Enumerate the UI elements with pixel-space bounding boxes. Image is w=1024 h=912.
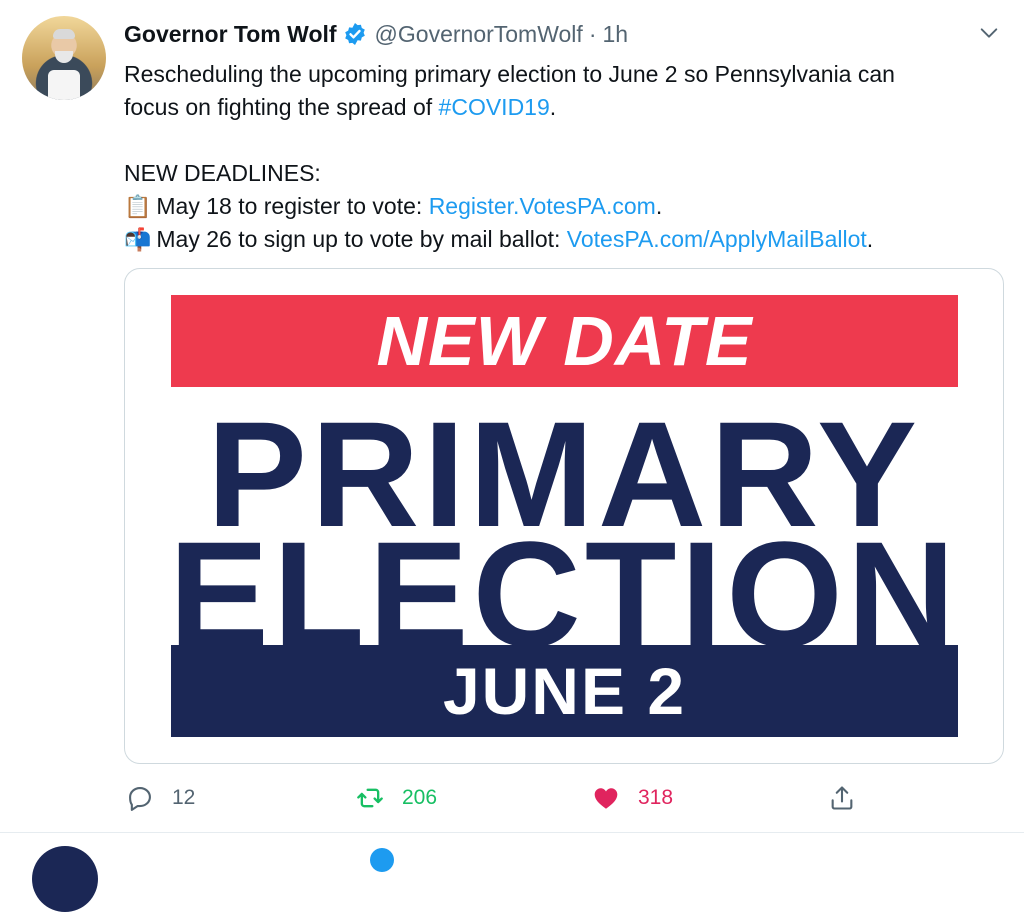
author-handle[interactable]: @GovernorTomWolf: [375, 21, 583, 48]
verified-badge-icon: [344, 23, 365, 45]
register-link[interactable]: Register.VotesPA.com: [429, 193, 656, 219]
deadline-2-suffix: .: [866, 226, 874, 252]
tweet-actions: 12 206 318: [124, 778, 864, 818]
avatar[interactable]: [22, 16, 106, 100]
share-button[interactable]: [828, 778, 874, 818]
tweet-line-1: Rescheduling the upcoming primary electi…: [124, 61, 895, 87]
deadline-1-text: May 18 to register to vote:: [156, 193, 429, 219]
deadline-2: 📬 May 26 to sign up to vote by mail ball…: [124, 223, 984, 256]
separator-dot: ·: [588, 20, 597, 47]
author-name[interactable]: Governor Tom Wolf: [124, 21, 337, 48]
date-text: JUNE 2: [442, 654, 687, 728]
tweet-line-2: focus on fighting the spread of #COVID19…: [124, 91, 984, 124]
reply-count: 12: [172, 786, 196, 809]
tweet[interactable]: Governor Tom Wolf @GovernorTomWolf · 1h …: [0, 0, 1024, 832]
tweet-text: Rescheduling the upcoming primary electi…: [124, 58, 984, 256]
tweet-divider: [0, 832, 1024, 833]
tweet-line-2-suffix: .: [549, 94, 557, 120]
hashtag-link[interactable]: #COVID19: [439, 94, 550, 120]
tweet-line-2-text: focus on fighting the spread of: [124, 94, 439, 120]
heart-icon: [594, 788, 618, 809]
next-tweet-verified-icon: [370, 848, 394, 872]
deadline-1: 📋 May 18 to register to vote: Register.V…: [124, 190, 984, 223]
new-date-text: NEW DATE: [376, 302, 753, 380]
tweet-image[interactable]: NEW DATE PRIMARY ELECTION JUNE 2: [124, 268, 1004, 764]
deadline-1-suffix: .: [655, 193, 663, 219]
reply-button[interactable]: 12: [126, 778, 195, 818]
deadline-2-text: May 26 to sign up to vote by mail ballot…: [156, 226, 567, 252]
clipboard-icon: 📋: [124, 194, 152, 219]
deadlines-heading: NEW DEADLINES:: [124, 160, 321, 186]
retweet-button[interactable]: 206: [356, 778, 437, 818]
mailbox-icon: 📬: [124, 227, 152, 252]
retweet-count: 206: [402, 786, 438, 809]
share-icon: [831, 786, 853, 810]
reply-icon: [129, 787, 151, 811]
tweet-header: Governor Tom Wolf @GovernorTomWolf · 1h: [124, 18, 628, 50]
date-banner: JUNE 2: [171, 645, 958, 737]
like-count: 318: [638, 786, 674, 809]
new-date-banner: NEW DATE: [171, 295, 958, 387]
like-button[interactable]: 318: [592, 778, 673, 818]
timestamp[interactable]: 1h: [602, 21, 628, 48]
retweet-icon: [357, 788, 383, 808]
mail-ballot-link[interactable]: VotesPA.com/ApplyMailBallot: [567, 226, 867, 252]
chevron-down-icon[interactable]: [978, 22, 1000, 44]
